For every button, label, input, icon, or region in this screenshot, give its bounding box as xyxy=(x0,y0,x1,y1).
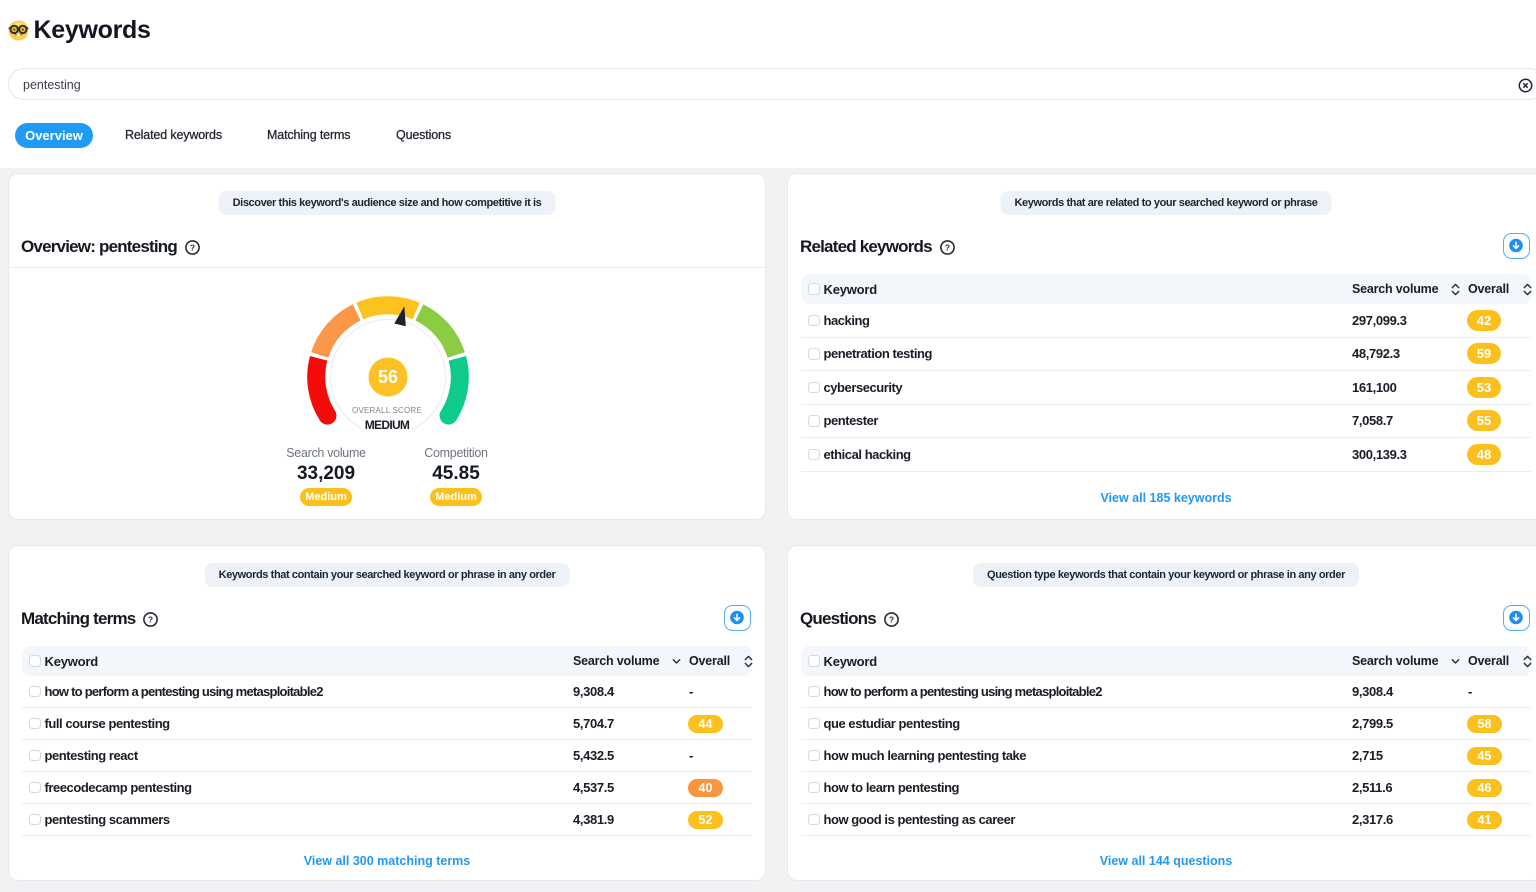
svg-text:?: ? xyxy=(148,614,153,624)
svg-text:?: ? xyxy=(190,242,195,252)
svg-text:?: ? xyxy=(889,614,894,624)
svg-text:56: 56 xyxy=(378,367,398,387)
svg-text:?: ? xyxy=(945,242,950,252)
